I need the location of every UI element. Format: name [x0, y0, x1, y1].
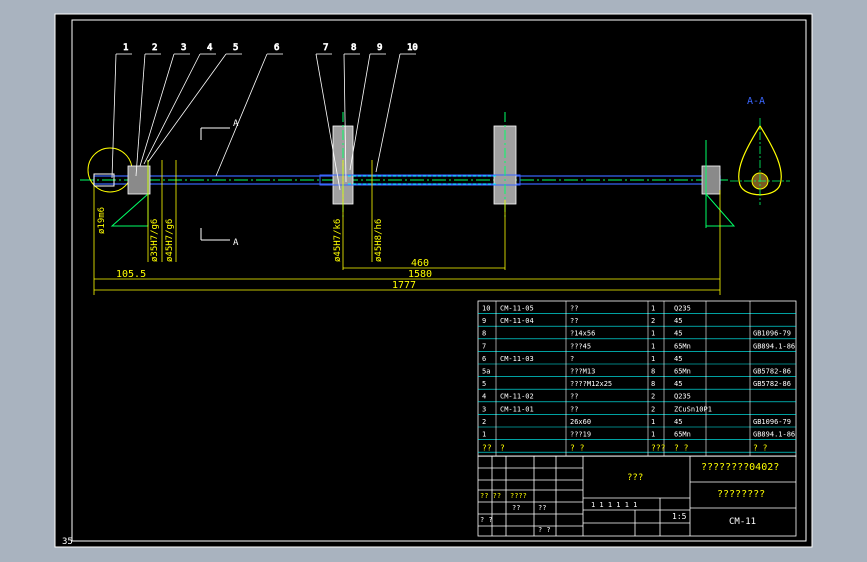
bom-cell-qty: 1 — [651, 342, 655, 350]
label-small-3: ?? — [512, 504, 520, 512]
bom-cell-no: 3 — [482, 405, 486, 413]
bom-cell-name: ?? — [570, 317, 578, 325]
bom-cell-no: 6 — [482, 355, 486, 363]
drawing-number: CM-11 — [729, 517, 756, 527]
bom-cell-mat: 45 — [674, 380, 682, 388]
bom-cell-mat: 65Mn — [674, 431, 691, 439]
bom-cell-no: 1 — [482, 431, 486, 439]
bom-cell-mat: Q235 — [674, 305, 691, 313]
bom-header-code: ? — [500, 444, 505, 453]
bom-cell-qty: 2 — [651, 405, 655, 413]
label-small-2: ???? — [510, 492, 527, 500]
scale: 1:5 — [672, 512, 687, 521]
bom-cell-qty: 1 — [651, 355, 655, 363]
org-name: ???????? — [717, 489, 765, 500]
label-small-4: ? ? — [480, 516, 493, 524]
balloon-1: 1 — [123, 43, 128, 53]
section-title: A-A — [747, 96, 765, 107]
part-name: ??? — [627, 473, 643, 483]
bom-cell-mat: 45 — [674, 418, 682, 426]
bom-cell-std: GB1096-79 — [753, 418, 791, 426]
bom-cell-mat: 45 — [674, 355, 682, 363]
balloon-4: 4 — [207, 43, 212, 53]
balloon-10: 10 — [407, 43, 418, 53]
balloon-7: 7 — [323, 43, 328, 53]
bom-cell-code: CM-11-03 — [500, 355, 534, 363]
balloon-9: 9 — [377, 43, 382, 53]
dim-d45a: ø45H7/g6 — [165, 219, 175, 262]
balloon-6: 6 — [274, 43, 279, 53]
balloon-3: 3 — [181, 43, 186, 53]
bom-cell-name: ???M13 — [570, 368, 595, 376]
bom-cell-mat: ZCuSn10P1 — [674, 405, 712, 413]
bom-cell-qty: 2 — [651, 393, 655, 401]
sheet-marks: 1 1 1 1 1 1 — [591, 501, 637, 509]
balloon-8: 8 — [351, 43, 356, 53]
bom-cell-name: ? — [570, 355, 574, 363]
bom-cell-no: 10 — [482, 305, 490, 313]
right-bearing — [701, 165, 721, 195]
dim-1580: 1580 — [408, 269, 432, 280]
dim-105: 105.5 — [116, 269, 146, 280]
bom-cell-qty: 1 — [651, 330, 655, 338]
bom-cell-qty: 2 — [651, 317, 655, 325]
bom-cell-no: 9 — [482, 317, 486, 325]
bom-cell-mat: 45 — [674, 317, 682, 325]
bom-cell-qty: 8 — [651, 368, 655, 376]
bom-header-mat: ? ? — [674, 444, 689, 453]
bom-header-qty: ??? — [651, 444, 666, 453]
bom-cell-std: GB894.1-86 — [753, 431, 795, 439]
bom-cell-qty: 1 — [651, 418, 655, 426]
bom-cell-name: ????M12x25 — [570, 380, 612, 388]
drawing-sheet — [54, 13, 813, 548]
bom-cell-name: ???19 — [570, 431, 591, 439]
label-small-5: ?? — [538, 504, 546, 512]
balloon-2: 2 — [152, 43, 157, 53]
dim-d45c: ø45H8/h6 — [374, 219, 384, 262]
bom-header-std: ? ? — [753, 444, 768, 453]
bom-cell-name: ???45 — [570, 342, 591, 350]
balloon-5: 5 — [233, 43, 238, 53]
bom-cell-name: ?? — [570, 305, 578, 313]
label-small-1: ?? ?? — [480, 492, 501, 500]
school-name: ????????0402? — [701, 462, 779, 473]
bom-header-no: ?? — [482, 444, 492, 453]
bom-cell-no: 5 — [482, 380, 486, 388]
bom-cell-code: CM-11-02 — [500, 393, 534, 401]
bom-cell-qty: 1 — [651, 431, 655, 439]
bom-cell-name: ?? — [570, 393, 578, 401]
dim-460: 460 — [411, 258, 429, 269]
left-bearing — [127, 165, 151, 195]
bom-cell-name: ?14x56 — [570, 330, 595, 338]
bom-cell-mat: 65Mn — [674, 368, 691, 376]
dim-d19: ø19m6 — [97, 207, 107, 234]
bom-cell-std: GB1096-79 — [753, 330, 791, 338]
label-small-6: ? ? — [538, 526, 551, 534]
bom-cell-code: CM-11-01 — [500, 405, 534, 413]
bom-cell-no: 5a — [482, 368, 490, 376]
cad-drawing: A A 1 2 3 4 5 6 7 8 9 10 ø19m6 ø35H7/g6 ø45H7/g6 … — [54, 13, 813, 548]
bom-cell-std: GB5782-86 — [753, 368, 791, 376]
dim-d35: ø35H7/g6 — [150, 219, 160, 262]
bom-cell-mat: 65Mn — [674, 342, 691, 350]
bom-cell-no: 7 — [482, 342, 486, 350]
bom-cell-code: CM-11-05 — [500, 305, 534, 313]
bom-cell-name: ?? — [570, 405, 578, 413]
bom-cell-mat: 45 — [674, 330, 682, 338]
bom-cell-code: CM-11-04 — [500, 317, 534, 325]
dim-1777: 1777 — [392, 280, 416, 291]
bom-cell-std: GB5782-86 — [753, 380, 791, 388]
bom-cell-std: GB894.1-86 — [753, 342, 795, 350]
bom-cell-no: 4 — [482, 393, 486, 401]
dim-d45b: ø45H7/k6 — [333, 219, 343, 262]
bom-cell-qty: 1 — [651, 305, 655, 313]
bom-cell-name: 26x60 — [570, 418, 591, 426]
corner-number: 35 — [62, 537, 73, 547]
bom-header-name: ? ? — [570, 444, 585, 453]
section-marker-bottom: A — [233, 238, 239, 248]
bom-cell-qty: 8 — [651, 380, 655, 388]
bom-cell-mat: Q235 — [674, 393, 691, 401]
bom-cell-no: 2 — [482, 418, 486, 426]
bom-cell-no: 8 — [482, 330, 486, 338]
